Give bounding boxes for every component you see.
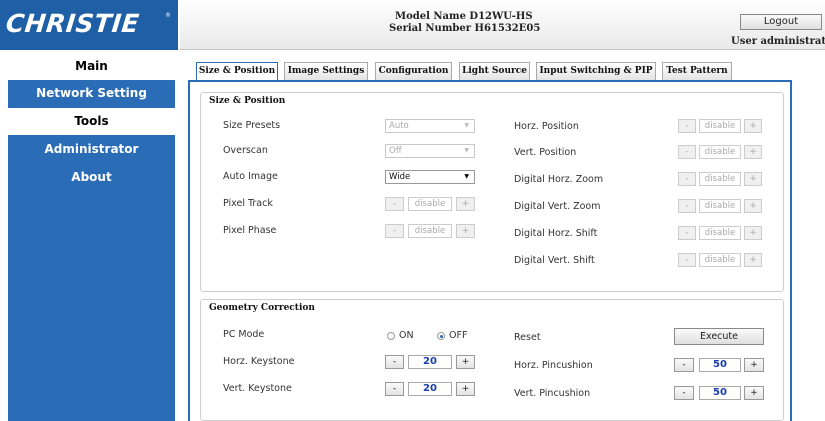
- pixel-phase-label: Pixel Phase: [223, 225, 277, 236]
- reset-label: Reset: [514, 332, 541, 343]
- horz-pincushion-value[interactable]: 50: [699, 358, 741, 372]
- geometry-correction-title: Geometry Correction: [209, 303, 315, 313]
- sidebar-item-administrator[interactable]: Administrator: [8, 136, 175, 163]
- digital-vert-shift-plus-button[interactable]: +: [744, 253, 762, 267]
- pc-mode-off-label: OFF: [449, 330, 468, 341]
- digital-horz-shift-plus-button[interactable]: +: [744, 226, 762, 240]
- registered-mark: ®: [165, 12, 171, 19]
- digital-vert-zoom-plus-button[interactable]: +: [744, 199, 762, 213]
- chevron-down-icon: ▼: [464, 173, 469, 180]
- brand-bar: CHRISTIE ®: [0, 0, 178, 50]
- pc-mode-off-radio[interactable]: [437, 332, 445, 340]
- digital-horz-zoom-label: Digital Horz. Zoom: [514, 174, 604, 185]
- geometry-correction-panel: Geometry Correction PC Mode ON OFF Horz.…: [200, 299, 784, 421]
- digital-vert-zoom-value: disable: [699, 199, 741, 213]
- vert-keystone-label: Vert. Keystone: [223, 383, 292, 394]
- serial-number: Serial Number H61532E05: [389, 23, 541, 34]
- digital-horz-shift-value: disable: [699, 226, 741, 240]
- pixel-phase-minus-button[interactable]: -: [385, 224, 404, 238]
- logout-button[interactable]: Logout: [740, 14, 822, 30]
- vert-pincushion-minus-button[interactable]: -: [674, 386, 694, 400]
- size-position-title: Size & Position: [209, 96, 286, 106]
- digital-horz-shift-label: Digital Horz. Shift: [514, 228, 598, 239]
- overscan-value: Off: [389, 146, 402, 156]
- horz-keystone-value[interactable]: 20: [408, 355, 452, 369]
- digital-horz-zoom-minus-button[interactable]: -: [678, 172, 696, 186]
- horz-pincushion-plus-button[interactable]: +: [744, 358, 764, 372]
- auto-image-select[interactable]: Wide ▼: [385, 170, 475, 184]
- digital-horz-zoom-value: disable: [699, 172, 741, 186]
- sidebar-item-network-setting[interactable]: Network Setting: [8, 80, 175, 107]
- digital-vert-shift-minus-button[interactable]: -: [678, 253, 696, 267]
- horz-keystone-plus-button[interactable]: +: [456, 355, 475, 369]
- vert-keystone-plus-button[interactable]: +: [456, 382, 475, 396]
- pixel-track-plus-button[interactable]: +: [456, 197, 475, 211]
- christie-logo: CHRISTIE: [4, 9, 141, 38]
- size-presets-value: Auto: [389, 121, 409, 131]
- pc-mode-on-label: ON: [399, 330, 414, 341]
- digital-horz-shift-minus-button[interactable]: -: [678, 226, 696, 240]
- header-bar: Model Name D12WU-HS Serial Number H61532…: [180, 0, 825, 50]
- digital-vert-zoom-label: Digital Vert. Zoom: [514, 201, 601, 212]
- sidebar-item-main[interactable]: Main: [8, 53, 175, 80]
- pc-mode-on-radio[interactable]: [387, 332, 395, 340]
- horz-position-plus-button[interactable]: +: [744, 119, 762, 133]
- vert-keystone-minus-button[interactable]: -: [385, 382, 404, 396]
- vert-position-minus-button[interactable]: -: [678, 145, 696, 159]
- vert-pincushion-value[interactable]: 50: [699, 386, 741, 400]
- digital-vert-shift-label: Digital Vert. Shift: [514, 255, 595, 266]
- pixel-phase-plus-button[interactable]: +: [456, 224, 475, 238]
- sidebar: Main Network Setting Tools Administrator…: [8, 53, 175, 421]
- pixel-track-label: Pixel Track: [223, 198, 273, 209]
- digital-vert-zoom-minus-button[interactable]: -: [678, 199, 696, 213]
- pixel-phase-value: disable: [408, 224, 452, 238]
- tab-input-switching-pip[interactable]: Input Switching & PIP: [536, 62, 656, 80]
- horz-position-label: Horz. Position: [514, 121, 579, 132]
- horz-position-value: disable: [699, 119, 741, 133]
- vert-pincushion-plus-button[interactable]: +: [744, 386, 764, 400]
- auto-image-label: Auto Image: [223, 171, 278, 182]
- pixel-track-minus-button[interactable]: -: [385, 197, 404, 211]
- digital-horz-zoom-plus-button[interactable]: +: [744, 172, 762, 186]
- horz-position-minus-button[interactable]: -: [678, 119, 696, 133]
- digital-vert-shift-value: disable: [699, 253, 741, 267]
- user-label: User administrato: [731, 36, 825, 47]
- vert-position-value: disable: [699, 145, 741, 159]
- tab-image-settings[interactable]: Image Settings: [284, 62, 368, 80]
- chevron-down-icon: ▼: [464, 147, 469, 154]
- overscan-label: Overscan: [223, 145, 268, 156]
- tab-light-source[interactable]: Light Source: [459, 62, 530, 80]
- content-frame: Size & Position Size Presets Auto ▼ Over…: [188, 80, 792, 421]
- vert-position-label: Vert. Position: [514, 147, 577, 158]
- size-position-panel: Size & Position Size Presets Auto ▼ Over…: [200, 92, 784, 292]
- tab-test-pattern[interactable]: Test Pattern: [662, 62, 732, 80]
- overscan-select[interactable]: Off ▼: [385, 144, 475, 158]
- sidebar-item-tools[interactable]: Tools: [8, 108, 175, 135]
- chevron-down-icon: ▼: [464, 122, 469, 129]
- size-presets-select[interactable]: Auto ▼: [385, 119, 475, 133]
- horz-pincushion-label: Horz. Pincushion: [514, 360, 593, 371]
- execute-button[interactable]: Execute: [674, 328, 764, 345]
- horz-keystone-label: Horz. Keystone: [223, 356, 295, 367]
- sidebar-item-about[interactable]: About: [8, 164, 175, 191]
- horz-keystone-minus-button[interactable]: -: [385, 355, 404, 369]
- horz-pincushion-minus-button[interactable]: -: [674, 358, 694, 372]
- pc-mode-label: PC Mode: [223, 329, 265, 340]
- vert-keystone-value[interactable]: 20: [408, 382, 452, 396]
- pixel-track-value: disable: [408, 197, 452, 211]
- model-name: Model Name D12WU-HS: [395, 11, 533, 22]
- auto-image-value: Wide: [389, 172, 411, 182]
- vert-position-plus-button[interactable]: +: [744, 145, 762, 159]
- vert-pincushion-label: Vert. Pincushion: [514, 388, 591, 399]
- size-presets-label: Size Presets: [223, 120, 281, 131]
- tab-configuration[interactable]: Configuration: [375, 62, 452, 80]
- tab-size-position[interactable]: Size & Position: [196, 62, 278, 80]
